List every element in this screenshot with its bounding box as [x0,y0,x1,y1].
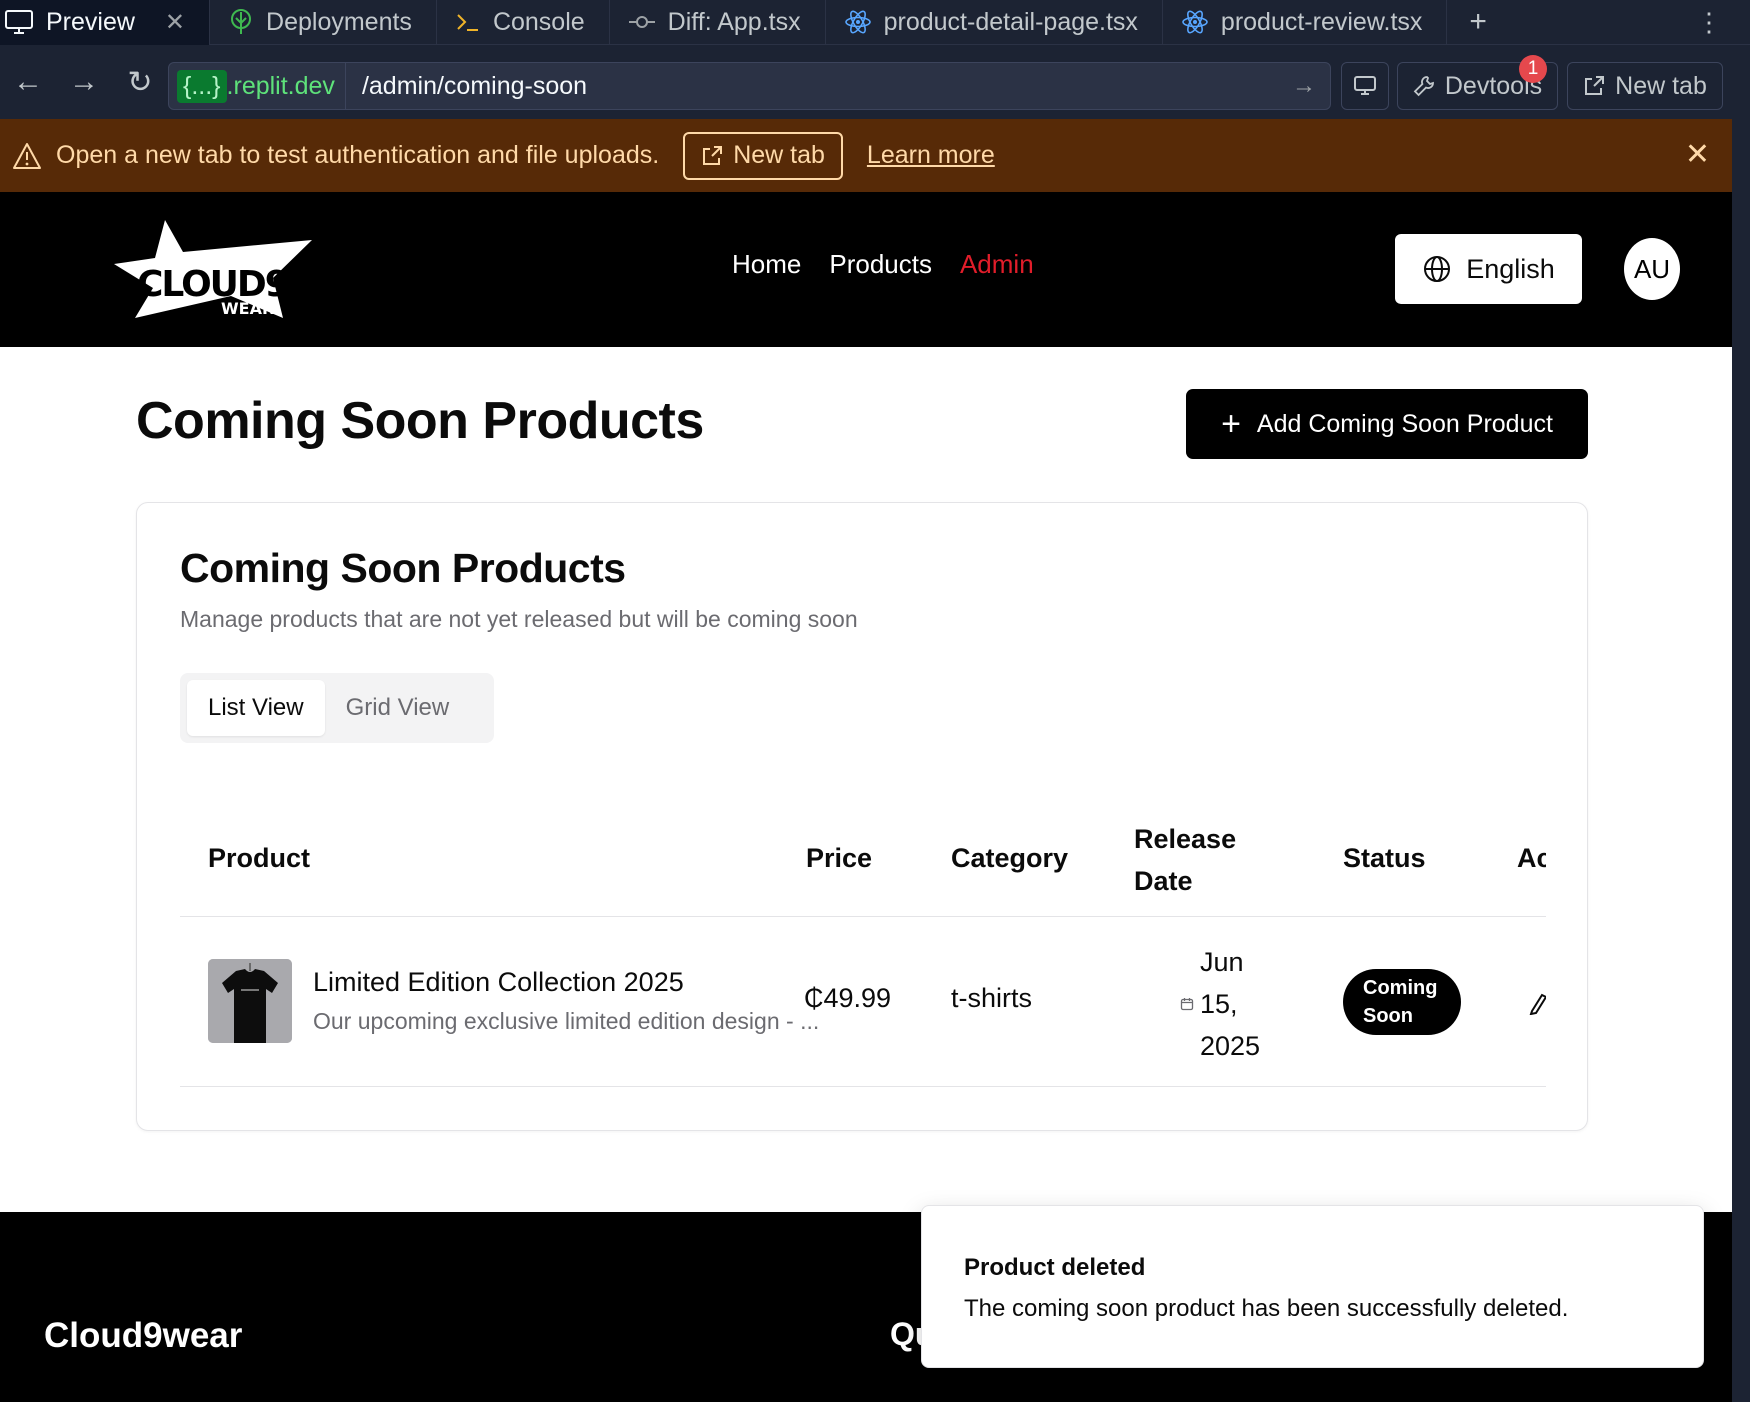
product-price: ₵49.99 [804,983,892,1013]
close-icon[interactable]: ✕ [1685,137,1710,172]
product-thumbnail [208,959,292,1043]
release-date: Jun 15, 2025 [1200,947,1261,1061]
logo-subtext: WEAR [221,299,274,318]
column-release-date: Release Date [1134,824,1237,896]
nav-products[interactable]: Products [829,249,932,280]
products-table: Product Price Category Release Date Stat… [180,799,1546,1089]
banner-new-tab-button[interactable]: New tab [683,131,843,180]
deployments-icon [231,9,252,34]
column-category: Category [951,843,1069,873]
learn-more-link[interactable]: Learn more [867,141,995,170]
go-arrow-icon[interactable]: → [1292,72,1330,100]
address-brace: {...} [177,69,227,103]
right-gutter [1732,119,1750,1402]
tab-preview[interactable]: Preview ✕ [0,0,211,45]
edit-icon[interactable] [1528,987,1546,1015]
site-header: CLOUD9. WEAR Home Products Admin English… [0,192,1732,347]
tab-grid-view[interactable]: Grid View [325,680,471,736]
more-options-icon[interactable]: ⋮ [1696,7,1750,38]
devtools-badge: 1 [1519,55,1547,83]
address-path[interactable]: /admin/coming-soon [346,72,587,101]
column-product: Product [208,843,311,873]
tab-label: Deployments [266,7,412,36]
avatar[interactable]: AU [1624,238,1680,300]
footer-brand: Cloud9wear [44,1316,243,1355]
view-tabs: List View Grid View [180,673,494,743]
globe-icon [1424,256,1451,282]
plus-icon: + [1221,404,1241,443]
product-category: t-shirts [951,983,1032,1013]
banner-message: Open a new tab to test authentication an… [56,141,660,169]
wrench-icon [1413,76,1434,97]
logo-text: CLOUD9. [137,264,300,305]
warning-banner: Open a new tab to test authentication an… [0,119,1732,192]
address-bar[interactable]: {...} .replit.dev /admin/coming-soon → [168,62,1331,110]
tab-label: product-review.tsx [1220,7,1423,36]
terminal-icon [457,14,478,31]
close-icon[interactable]: ✕ [165,8,185,37]
external-link-icon [703,145,723,165]
back-arrow-icon[interactable]: ← [0,65,56,99]
workspace-urlbar: ← → ↻ {...} .replit.dev /admin/coming-soo… [0,45,1750,119]
workspace-tabbar: Preview ✕ Deployments Console Diff: App.… [0,0,1750,45]
calendar-icon [1180,998,1194,1011]
git-commit-icon [628,16,655,28]
column-actions: Ac [1517,843,1546,873]
product-description: Our upcoming exclusive limited edition d… [313,1008,820,1034]
toast-title: Product deleted [964,1254,1146,1281]
toast-notification[interactable]: Product deleted The coming soon product … [921,1205,1704,1368]
tab-deployments[interactable]: Deployments [210,0,437,45]
open-new-tab-button[interactable]: New tab [1567,62,1723,110]
main-nav: Home Products Admin [732,249,1034,280]
language-selector[interactable]: English [1395,234,1582,304]
table-header: Product Price Category Release Date Stat… [180,799,1546,917]
add-coming-soon-button[interactable]: + Add Coming Soon Product [1186,389,1588,459]
new-tab-label: New tab [1615,71,1707,100]
tab-label: Console [492,7,585,36]
tshirt-image [208,959,292,1043]
warning-icon [13,142,41,169]
page-title: Coming Soon Products [136,392,704,450]
reload-icon[interactable]: ↻ [112,65,168,100]
react-icon [844,10,871,34]
tab-label: Preview [46,7,135,36]
status-badge: Coming Soon [1343,969,1461,1035]
release-date-cell: Jun 15, 2025 [1180,941,1290,1067]
column-status: Status [1343,843,1426,873]
external-link-icon [1585,76,1605,95]
add-tab-icon[interactable]: + [1447,5,1509,39]
tab-label: product-detail-page.tsx [883,7,1138,36]
tab-diff[interactable]: Diff: App.tsx [610,0,826,45]
cloud9-logo: CLOUD9. WEAR [114,220,312,318]
tab-list-view[interactable]: List View [187,680,325,736]
address-host: {...} .replit.dev [169,63,346,109]
product-name: Limited Edition Collection 2025 [313,967,684,997]
forward-arrow-icon[interactable]: → [56,65,112,99]
add-button-label: Add Coming Soon Product [1256,409,1553,438]
devtools-button[interactable]: Devtools 1 [1397,55,1558,110]
monitor-icon [5,10,33,34]
address-domain: .replit.dev [226,71,335,100]
column-price: Price [806,843,873,873]
tab-console[interactable]: Console [437,0,610,45]
tab-label: Diff: App.tsx [667,7,801,36]
tab-product-review[interactable]: product-review.tsx [1163,0,1448,45]
nav-home[interactable]: Home [732,249,801,280]
webview: Open a new tab to test authentication an… [0,119,1732,1402]
nav-admin[interactable]: Admin [960,249,1034,280]
language-label: English [1466,253,1555,284]
products-card: Coming Soon Products Manage products tha… [136,502,1588,1131]
main-content: Coming Soon Products + Add Coming Soon P… [0,347,1732,1212]
toast-description: The coming soon product has been success… [964,1295,1569,1322]
table-row[interactable]: Limited Edition Collection 2025 Our upco… [180,917,1546,1087]
card-subtitle: Manage products that are not yet release… [180,606,858,632]
banner-button-label: New tab [733,141,825,169]
monitor-icon [1354,76,1376,95]
react-icon [1182,10,1208,34]
tab-product-detail-page[interactable]: product-detail-page.tsx [826,0,1163,45]
card-title: Coming Soon Products [180,545,626,591]
device-toggle-button[interactable] [1341,62,1389,110]
